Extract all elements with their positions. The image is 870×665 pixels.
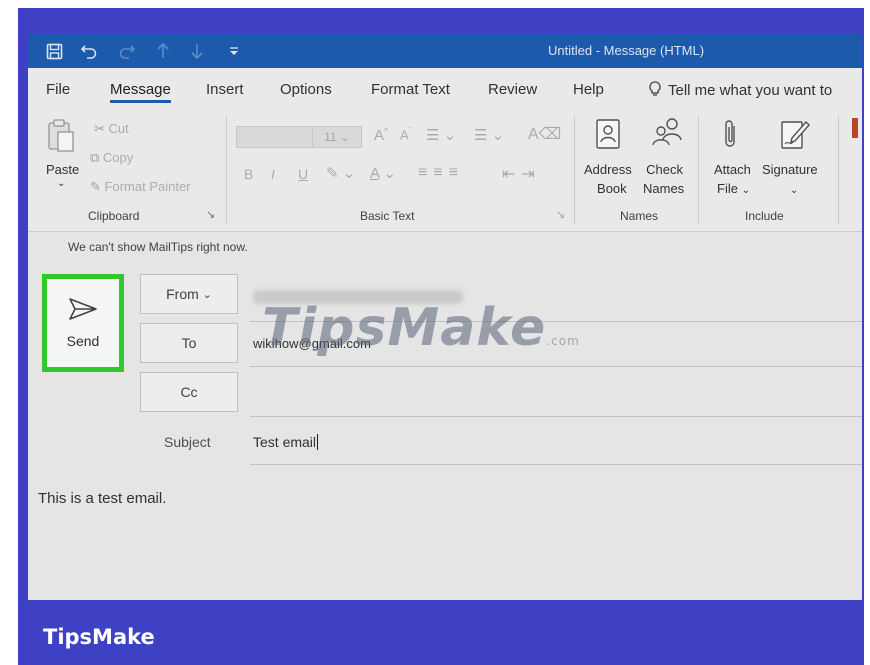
clear-formatting-icon[interactable]: A⌫ xyxy=(528,124,561,144)
save-icon[interactable] xyxy=(46,34,63,68)
bold-button[interactable]: B xyxy=(244,166,253,182)
redo-icon[interactable] xyxy=(118,34,136,68)
address-book-icon[interactable] xyxy=(595,118,621,155)
compose-area: We can't show MailTips right now. Send F… xyxy=(28,232,862,600)
check-names-line2: Names xyxy=(643,181,685,196)
paperclip-icon[interactable] xyxy=(723,118,739,155)
send-button[interactable]: Send xyxy=(42,274,124,372)
paste-icon[interactable] xyxy=(46,118,76,159)
basic-text-group-label: Basic Text xyxy=(360,209,415,223)
numbering-icon[interactable]: ☰ ⌄ xyxy=(474,126,504,144)
send-label: Send xyxy=(66,333,100,349)
tell-me-text: Tell me what you want to xyxy=(668,82,833,99)
address-book-line2: Book xyxy=(597,181,627,196)
mailtips-notice: We can't show MailTips right now. xyxy=(68,240,248,254)
font-size-box[interactable]: 11 ⌄ xyxy=(312,126,362,148)
watermark-logo: TipsMake.com xyxy=(262,298,580,358)
tell-me-search[interactable]: Tell me what you want to xyxy=(648,81,832,99)
from-label: From xyxy=(166,286,199,302)
ribbon-divider xyxy=(698,116,699,224)
copy-label: Copy xyxy=(102,150,134,165)
title-bar: Untitled - Message (HTML) xyxy=(28,34,862,68)
tab-help[interactable]: Help xyxy=(573,81,604,98)
shrink-font-icon[interactable]: Aˇ xyxy=(400,126,412,142)
ribbon-divider xyxy=(838,116,839,224)
tab-review[interactable]: Review xyxy=(488,81,537,98)
italic-button[interactable]: I xyxy=(271,166,275,182)
to-field-line xyxy=(250,366,862,367)
format-painter-icon: ✎ xyxy=(90,179,101,194)
lightbulb-icon xyxy=(649,81,661,96)
indent-icons[interactable]: ⇤⇥ xyxy=(502,164,541,184)
include-group-label: Include xyxy=(745,209,784,223)
send-icon xyxy=(69,298,97,320)
tab-file[interactable]: File xyxy=(46,81,70,98)
cc-field-line xyxy=(250,416,862,417)
attach-file-line2: File xyxy=(717,181,738,196)
watermark-text: TipsMake xyxy=(262,298,547,358)
signature-icon[interactable] xyxy=(780,118,810,155)
from-button[interactable]: From ⌄ xyxy=(140,274,238,314)
tab-message[interactable]: Message xyxy=(110,81,171,103)
format-painter-label: Format Painter xyxy=(104,179,191,194)
basic-text-launcher-icon[interactable]: ↘ xyxy=(556,208,565,221)
underline-button[interactable]: U xyxy=(298,166,308,182)
grow-font-icon[interactable]: A^ xyxy=(374,126,388,144)
address-book-line1: Address xyxy=(584,162,632,177)
chevron-down-icon: ⌄ xyxy=(202,288,212,301)
window-title: Untitled - Message (HTML) xyxy=(548,43,705,58)
text-cursor: ​ xyxy=(317,434,319,450)
clipboard-group-label: Clipboard xyxy=(88,209,140,223)
format-painter-button[interactable]: ✎ Format Painter xyxy=(90,179,191,195)
ribbon-tabs: File Message Insert Options Format Text … xyxy=(28,68,862,108)
ribbon: Paste ⌄ ✂ Cut ⧉ Copy ✎ Format Painter Cl… xyxy=(28,108,862,232)
font-size-value: 11 xyxy=(324,130,337,144)
check-names-icon[interactable] xyxy=(650,116,686,155)
customize-icon[interactable] xyxy=(228,34,240,68)
highlight-icon[interactable]: ✎ ⌄ xyxy=(326,164,355,182)
signature-button[interactable]: Signature ⌄ xyxy=(762,160,818,200)
check-names-line1: Check xyxy=(646,162,684,177)
cut-button[interactable]: ✂ Cut xyxy=(94,121,129,137)
copy-icon: ⧉ xyxy=(90,150,100,165)
address-book-button[interactable]: Address Book xyxy=(584,160,632,198)
cc-button[interactable]: Cc xyxy=(140,372,238,412)
font-color-icon[interactable]: A ⌄ xyxy=(370,164,396,182)
brand-logo: TipsMake xyxy=(43,625,155,649)
chevron-down-icon: ⌄ xyxy=(741,185,750,196)
watermark-suffix: .com xyxy=(546,334,580,348)
attach-file-button[interactable]: Attach File ⌄ xyxy=(714,160,751,200)
alignment-icons[interactable]: ≡≡≡ xyxy=(418,164,464,182)
clipboard-launcher-icon[interactable]: ↘ xyxy=(206,208,215,221)
tab-options[interactable]: Options xyxy=(280,81,332,98)
screenshot-frame: Untitled - Message (HTML) File Message I… xyxy=(0,0,870,665)
chevron-down-icon: ⌄ xyxy=(790,185,799,196)
copy-button[interactable]: ⧉ Copy xyxy=(90,150,133,166)
signature-label: Signature xyxy=(762,162,818,177)
paste-dropdown-icon[interactable]: ⌄ xyxy=(57,178,65,189)
message-body[interactable]: This is a test email. xyxy=(38,490,166,507)
check-names-button[interactable]: Check Names xyxy=(643,160,684,198)
undo-icon[interactable] xyxy=(80,34,98,68)
flag-icon[interactable] xyxy=(852,118,858,138)
paste-label[interactable]: Paste xyxy=(46,162,79,177)
bullets-icon[interactable]: ☰ ⌄ xyxy=(426,126,456,144)
tab-insert[interactable]: Insert xyxy=(206,81,244,98)
subject-field-line xyxy=(250,464,862,465)
subject-value: Test email xyxy=(253,434,317,450)
ribbon-divider xyxy=(574,116,575,224)
ribbon-divider xyxy=(226,116,227,224)
cut-label: Cut xyxy=(108,121,129,136)
up-arrow-icon[interactable] xyxy=(156,34,170,68)
tab-format-text[interactable]: Format Text xyxy=(371,81,450,98)
scissors-icon: ✂ xyxy=(94,121,105,136)
attach-file-line1: Attach xyxy=(714,162,751,177)
names-group-label: Names xyxy=(620,209,659,223)
down-arrow-icon[interactable] xyxy=(190,34,204,68)
to-button[interactable]: To xyxy=(140,323,238,363)
subject-label: Subject xyxy=(164,434,211,450)
subject-field[interactable]: Test email​ xyxy=(253,434,319,450)
